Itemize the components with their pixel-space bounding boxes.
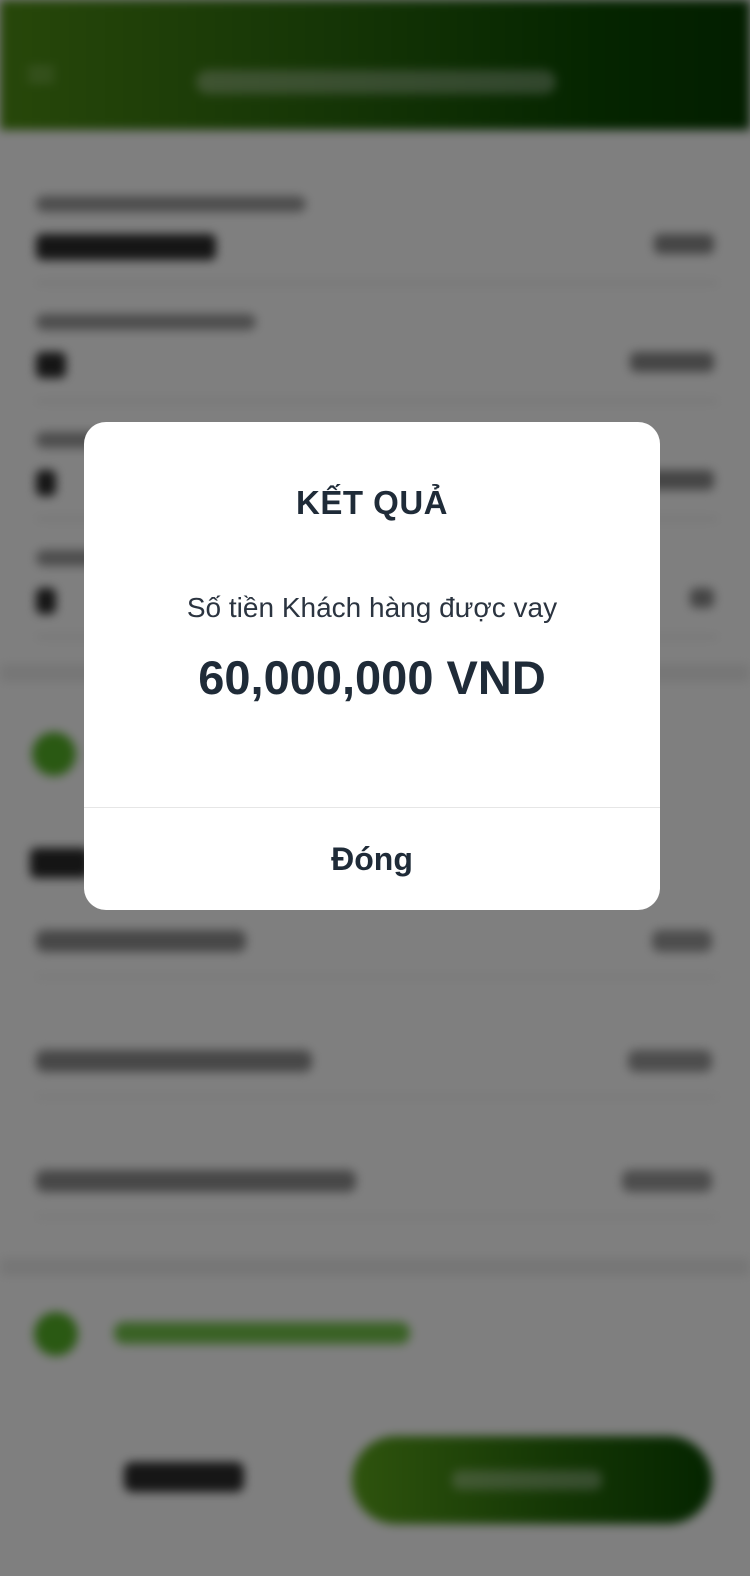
result-dialog: KẾT QUẢ Số tiền Khách hàng được vay 60,0… <box>84 422 660 910</box>
dialog-title: KẾT QUẢ <box>296 484 448 521</box>
loan-amount: 60,000,000 VND <box>198 651 546 704</box>
dialog-message: Số tiền Khách hàng được vay <box>186 592 558 623</box>
close-button[interactable]: Đóng <box>84 808 660 910</box>
